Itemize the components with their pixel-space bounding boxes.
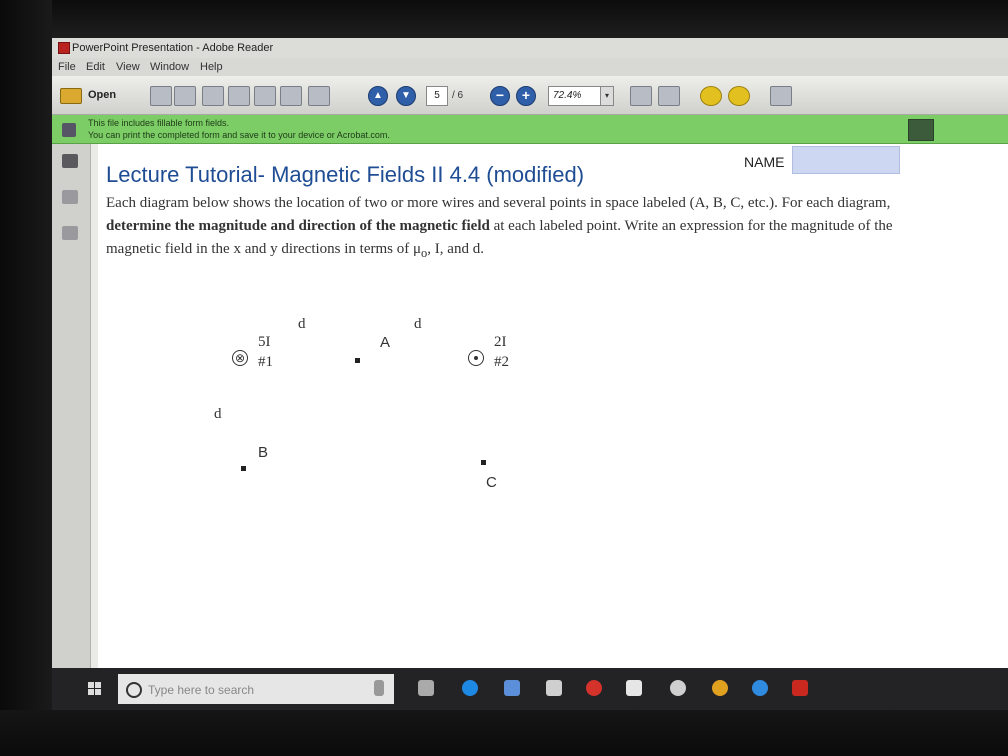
instructions-text-3: , I, and d. (427, 241, 484, 257)
next-page-button[interactable]: ▼ (396, 86, 416, 106)
cortana-icon (126, 682, 142, 698)
notification-line-2: You can print the completed form and sav… (88, 130, 390, 140)
chrome-icon[interactable] (712, 680, 728, 696)
print-icon[interactable] (280, 86, 302, 106)
toolbar: Open ▲ ▼ 5 / 6 − + 72.4% ▾ (52, 76, 1008, 115)
app-icon[interactable] (752, 680, 768, 696)
wire-1-label: #1 (258, 354, 273, 370)
screen: PowerPoint Presentation - Adobe Reader F… (52, 38, 1008, 710)
edge-browser-icon[interactable] (462, 680, 478, 696)
menu-view[interactable]: View (116, 61, 140, 73)
zoom-level-input[interactable]: 72.4% (548, 86, 606, 106)
fit-width-icon[interactable] (658, 86, 680, 106)
wire-out-of-page-icon (468, 350, 484, 366)
zoom-out-button[interactable]: − (490, 86, 510, 106)
wire-2-label: #2 (494, 354, 509, 370)
title-bar: PowerPoint Presentation - Adobe Reader (52, 38, 1008, 58)
menu-window[interactable]: Window (150, 61, 189, 73)
previous-page-button[interactable]: ▲ (368, 86, 388, 106)
window-title: PowerPoint Presentation - Adobe Reader (72, 42, 274, 54)
point-b-label: B (258, 444, 269, 461)
fit-page-icon[interactable] (630, 86, 652, 106)
page-number-input[interactable]: 5 (426, 86, 448, 106)
zoom-in-button[interactable]: + (516, 86, 536, 106)
monitor-bezel-bottom (0, 710, 1008, 756)
form-icon (62, 123, 76, 137)
microphone-icon[interactable] (374, 680, 384, 696)
collaborate-icon[interactable] (174, 86, 196, 106)
instructions-paragraph: Each diagram below shows the location of… (106, 192, 938, 265)
windows-taskbar: Type here to search (52, 668, 1008, 710)
navigation-panel (52, 144, 91, 668)
page-total: / 6 (452, 90, 464, 101)
mail-icon[interactable] (626, 680, 642, 696)
taskbar-search[interactable]: Type here to search (118, 674, 394, 704)
monitor-bezel-top (0, 0, 1008, 38)
document-page: Lecture Tutorial- Magnetic Fields II 4.4… (98, 144, 1008, 668)
point-a-label: A (380, 334, 391, 351)
menu-file[interactable]: File (58, 61, 76, 73)
menu-help[interactable]: Help (200, 61, 223, 73)
highlight-icon[interactable] (728, 86, 750, 106)
highlight-fields-button[interactable] (908, 119, 934, 141)
wire-diagram: d d 5I ⊗ #1 A 2I #2 d B C (98, 304, 1008, 664)
document-title: Lecture Tutorial- Magnetic Fields II 4.4… (106, 162, 585, 187)
wire-2-current: 2I (494, 334, 507, 350)
notification-line-1: This file includes fillable form fields. (88, 118, 230, 128)
upload-cloud-icon[interactable] (228, 86, 250, 106)
name-label: NAME (744, 154, 785, 170)
point-c-marker (481, 460, 486, 465)
pages-icon[interactable] (62, 154, 78, 168)
create-pdf-icon[interactable] (150, 86, 172, 106)
comment-icon[interactable] (700, 86, 722, 106)
spacing-label-3: d (214, 406, 222, 422)
spacing-label-2: d (414, 316, 422, 332)
name-form-field[interactable] (792, 146, 900, 174)
wire-1-current: 5I (258, 334, 271, 350)
windows-start-icon[interactable] (88, 682, 102, 696)
instructions-text-1: Each diagram below shows the location of… (106, 195, 891, 211)
adobe-reader-icon (58, 42, 70, 54)
attachments-icon[interactable] (62, 190, 78, 204)
point-c-label: C (486, 474, 497, 491)
task-view-icon[interactable] (418, 680, 434, 696)
signatures-icon[interactable] (62, 226, 78, 240)
open-button[interactable]: Open (60, 86, 124, 106)
zoom-dropdown-arrow[interactable]: ▾ (600, 86, 614, 106)
acrobat-icon[interactable] (792, 680, 808, 696)
save-icon[interactable] (254, 86, 276, 106)
folder-icon (60, 88, 82, 104)
edit-icon[interactable] (202, 86, 224, 106)
store-icon[interactable] (546, 680, 562, 696)
opera-icon[interactable] (586, 680, 602, 696)
open-label: Open (88, 89, 117, 101)
email-icon[interactable] (308, 86, 330, 106)
point-b-marker (241, 466, 246, 471)
menu-edit[interactable]: Edit (86, 61, 105, 73)
monitor-bezel-left (0, 0, 52, 756)
menu-bar: File Edit View Window Help (52, 58, 1008, 76)
spacing-label-1: d (298, 316, 306, 332)
wire-into-page-icon: ⊗ (232, 350, 248, 366)
instructions-bold: determine the magnitude and direction of… (106, 218, 490, 234)
settings-gear-icon[interactable] (670, 680, 686, 696)
search-placeholder: Type here to search (148, 683, 255, 697)
file-explorer-icon[interactable] (504, 680, 520, 696)
fillable-form-notification: This file includes fillable form fields.… (52, 115, 1008, 144)
point-a-marker (355, 358, 360, 363)
full-screen-icon[interactable] (770, 86, 792, 106)
